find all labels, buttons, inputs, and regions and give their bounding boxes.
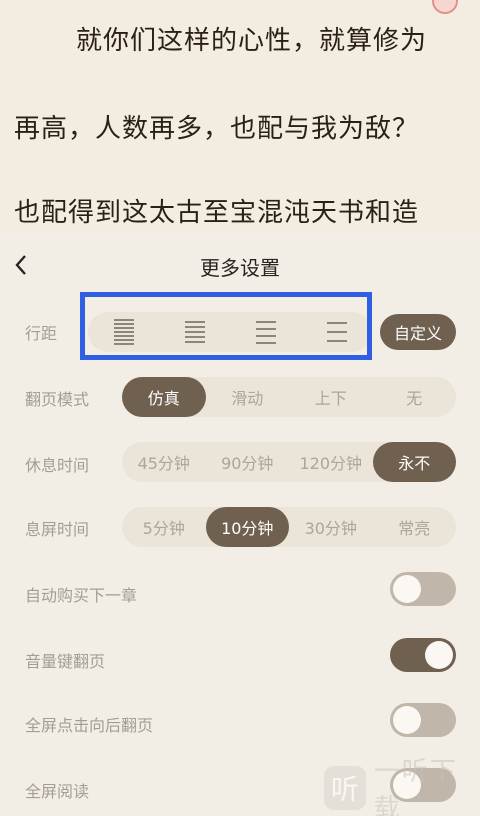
auto-buy-label: 自动购买下一章 — [25, 586, 138, 605]
panel-header: 更多设置 — [0, 232, 480, 296]
rest-time-option-90[interactable]: 90分钟 — [206, 442, 290, 482]
custom-spacing-button[interactable]: 自定义 — [380, 314, 456, 350]
screen-off-option-5[interactable]: 5分钟 — [122, 507, 206, 547]
reader-content: 就你们这样的心性，就算修为 再高，人数再多，也配与我为敌？ 也配得到这太古至宝混… — [0, 0, 480, 232]
screen-off-option-10[interactable]: 10分钟 — [205, 507, 289, 547]
page-turn-option-vertical[interactable]: 上下 — [289, 377, 373, 417]
annotation-highlight-box — [80, 292, 372, 360]
page-turn-option-slide[interactable]: 滑动 — [206, 377, 290, 417]
volume-key-toggle[interactable] — [390, 638, 456, 672]
toggle-knob — [425, 641, 453, 669]
fullscreen-tap-label: 全屏点击向后翻页 — [25, 716, 154, 735]
reader-line: 就你们这样的心性，就算修为 — [76, 26, 428, 56]
page-turn-label: 翻页模式 — [25, 390, 90, 409]
rest-time-option-never[interactable]: 永不 — [372, 442, 456, 482]
fullscreen-tap-toggle[interactable] — [390, 703, 456, 737]
reader-line: 再高，人数再多，也配与我为敌？ — [14, 114, 420, 144]
page-turn-selector: 仿真 滑动 上下 无 — [122, 377, 456, 417]
page-turn-option-none[interactable]: 无 — [373, 377, 457, 417]
page-turn-option-simulation[interactable]: 仿真 — [122, 377, 206, 417]
screen-off-option-always[interactable]: 常亮 — [373, 507, 457, 547]
page-title: 更多设置 — [200, 256, 280, 280]
screen-off-label: 息屏时间 — [25, 520, 90, 539]
fullscreen-reading-label: 全屏阅读 — [25, 782, 90, 801]
watermark: 听 一听下载 — [310, 757, 480, 816]
rest-time-option-45[interactable]: 45分钟 — [122, 442, 206, 482]
watermark-text: 一听下载 — [373, 757, 458, 816]
screen-off-selector: 5分钟 10分钟 30分钟 常亮 — [122, 507, 456, 547]
rest-time-option-120[interactable]: 120分钟 — [289, 442, 373, 482]
toggle-knob — [393, 706, 421, 734]
more-settings-panel: 更多设置 行距 自定义 翻页模式 仿真 滑动 上下 无 休息时间 45分钟 90… — [0, 232, 480, 816]
rest-time-selector: 45分钟 90分钟 120分钟 永不 — [122, 442, 456, 482]
reader-line: 也配得到这太古至宝混沌天书和造 — [14, 198, 420, 228]
watermark-logo: 听 — [324, 766, 366, 810]
notification-badge — [432, 0, 458, 14]
rest-time-label: 休息时间 — [25, 456, 90, 475]
toggle-knob — [393, 575, 421, 603]
auto-buy-toggle[interactable] — [390, 572, 456, 606]
screen-off-option-30[interactable]: 30分钟 — [289, 507, 373, 547]
volume-key-label: 音量键翻页 — [25, 652, 106, 671]
line-spacing-label: 行距 — [25, 324, 58, 343]
